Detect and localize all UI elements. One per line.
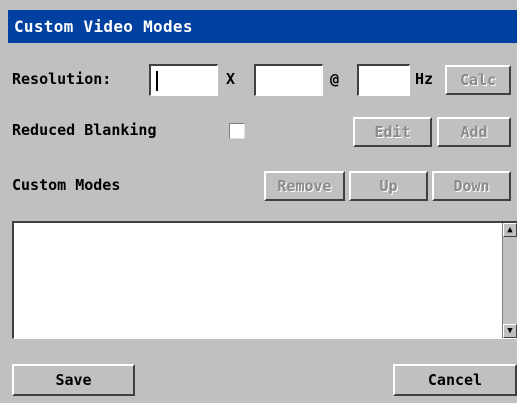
down-button[interactable]: Down	[432, 171, 511, 201]
triangle-down-icon: ▼	[507, 326, 513, 336]
resolution-label: Resolution:	[12, 70, 112, 88]
custom-video-modes-dialog: Custom Video Modes Resolution: X @ Hz Ca…	[0, 0, 517, 403]
custom-modes-label: Custom Modes	[12, 176, 121, 194]
refresh-at-separator: @	[330, 70, 340, 88]
dialog-title-bar: Custom Video Modes	[8, 10, 517, 43]
dialog-panel: Resolution: X @ Hz Calc Reduced Blanking…	[8, 43, 517, 403]
calc-button[interactable]: Calc	[445, 65, 511, 95]
save-button[interactable]: Save	[12, 364, 135, 396]
refresh-rate-input[interactable]	[359, 66, 409, 95]
remove-button[interactable]: Remove	[264, 171, 345, 201]
refresh-rate-field[interactable]	[357, 64, 410, 96]
reduced-blanking-label: Reduced Blanking	[12, 121, 157, 139]
add-button[interactable]: Add	[437, 117, 511, 147]
triangle-up-icon: ▲	[507, 225, 513, 235]
resolution-x-separator: X	[226, 70, 236, 88]
resolution-height-field[interactable]	[254, 64, 323, 96]
scroll-down-button[interactable]: ▼	[503, 324, 517, 338]
resolution-height-input[interactable]	[256, 66, 322, 95]
text-caret	[156, 71, 158, 91]
cancel-button[interactable]: Cancel	[393, 364, 517, 396]
resolution-width-field[interactable]	[149, 64, 218, 96]
edit-button[interactable]: Edit	[353, 117, 432, 147]
list-scrollbar[interactable]: ▲ ▼	[502, 223, 517, 338]
up-button[interactable]: Up	[349, 171, 428, 201]
resolution-width-input[interactable]	[151, 66, 217, 95]
reduced-blanking-checkbox[interactable]	[229, 123, 245, 139]
custom-modes-list[interactable]: ▲ ▼	[12, 221, 517, 339]
scroll-up-button[interactable]: ▲	[503, 223, 517, 237]
hz-unit-label: Hz	[415, 70, 434, 88]
dialog-title: Custom Video Modes	[14, 17, 193, 36]
